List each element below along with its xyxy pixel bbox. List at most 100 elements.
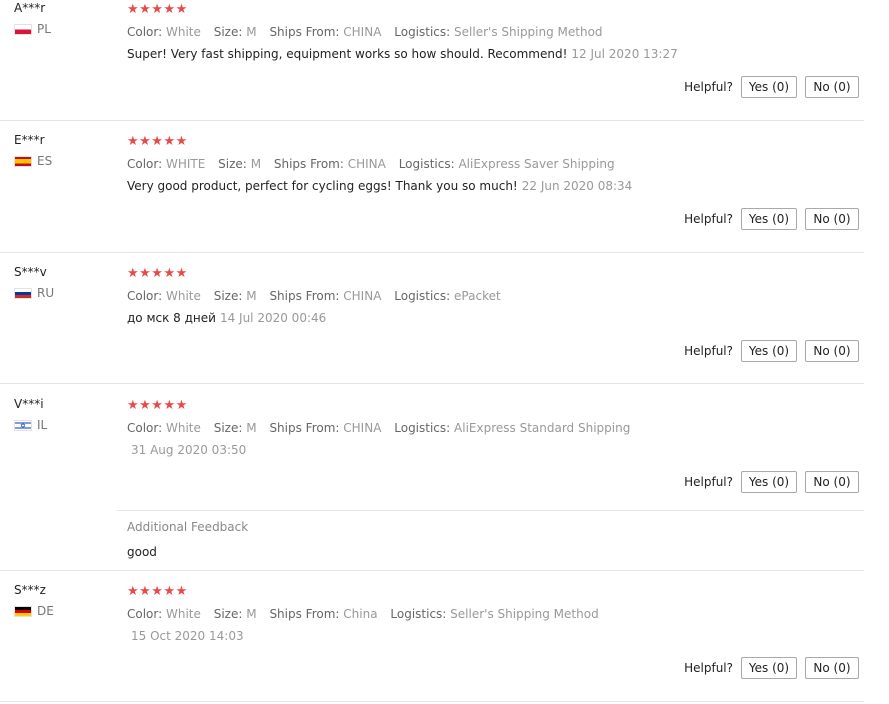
helpful-yes-button[interactable]: Yes (0): [741, 208, 797, 230]
review-text-row: 31 Aug 2020 03:50: [127, 442, 246, 458]
reviewer-country: DE: [14, 604, 54, 618]
helpful-yes-button[interactable]: Yes (0): [741, 76, 797, 98]
reviewer-name: A***r: [14, 1, 46, 15]
additional-feedback-title: Additional Feedback: [127, 520, 249, 534]
logistics-value: AliExpress Saver Shipping: [458, 157, 615, 171]
reviewer-country: RU: [14, 286, 54, 300]
size-value: M: [246, 421, 257, 435]
il-flag-icon: ✡: [14, 419, 32, 431]
size-value: M: [246, 25, 257, 39]
color-label: Color:: [127, 289, 163, 303]
size-label: Size:: [213, 289, 243, 303]
ships-from-label: Ships From:: [273, 157, 344, 171]
order-attributes: Color: White Size: M Ships From: CHINA L…: [127, 24, 612, 40]
color-label: Color:: [127, 421, 163, 435]
order-attributes: Color: White Size: M Ships From: China L…: [127, 606, 608, 622]
size-value: M: [250, 157, 262, 171]
review-date: 22 Jun 2020 08:34: [521, 179, 633, 193]
helpful-no-button[interactable]: No (0): [805, 340, 859, 362]
size-label: Size:: [213, 25, 243, 39]
size-label: Size:: [213, 421, 243, 435]
logistics-value: Seller's Shipping Method: [454, 25, 603, 39]
de-flag-icon: [14, 605, 32, 617]
order-attributes: Color: WHITE Size: M Ships From: CHINA L…: [127, 156, 624, 172]
review-date: 12 Jul 2020 13:27: [571, 47, 678, 61]
additional-feedback-text: good: [127, 545, 157, 559]
country-code: RU: [37, 286, 55, 300]
ships-from-value: China: [343, 607, 378, 621]
reviewer-name: S***z: [14, 583, 46, 597]
country-code: DE: [37, 604, 54, 618]
divider: [0, 120, 864, 121]
color-value: White: [166, 607, 201, 621]
color-label: Color:: [127, 607, 163, 621]
reviewer-name: E***r: [14, 133, 45, 147]
logistics-value: ePacket: [454, 289, 501, 303]
divider: [0, 570, 864, 571]
ships-from-value: CHINA: [347, 157, 386, 171]
country-code: PL: [37, 22, 51, 36]
es-flag-icon: [14, 155, 32, 167]
review-text-row: до мск 8 дней 14 Jul 2020 00:46: [127, 310, 326, 326]
country-code: ES: [37, 154, 53, 168]
ships-from-value: CHINA: [343, 25, 382, 39]
logistics-label: Logistics:: [394, 25, 451, 39]
color-value: White: [166, 421, 201, 435]
helpful-vote: Helpful? Yes (0) No (0): [684, 471, 859, 493]
reviewer-info: S***v RU: [14, 264, 54, 300]
color-value: White: [166, 25, 201, 39]
helpful-yes-button[interactable]: Yes (0): [741, 340, 797, 362]
helpful-vote: Helpful? Yes (0) No (0): [684, 76, 859, 98]
review-text: Very good product, perfect for cycling e…: [127, 179, 518, 193]
helpful-no-button[interactable]: No (0): [805, 208, 859, 230]
logistics-label: Logistics:: [394, 289, 451, 303]
size-value: M: [246, 607, 257, 621]
star-rating: ★★★★★: [127, 266, 188, 281]
ships-from-value: CHINA: [343, 289, 382, 303]
review-text-row: 15 Oct 2020 14:03: [127, 628, 244, 644]
review-date: 14 Jul 2020 00:46: [219, 311, 327, 325]
order-attributes: Color: White Size: M Ships From: CHINA L…: [127, 288, 510, 304]
reviewer-info: A***r PL: [14, 0, 51, 36]
review-text: Super! Very fast shipping, equipment wor…: [127, 47, 568, 61]
helpful-vote: Helpful? Yes (0) No (0): [684, 340, 859, 362]
color-label: Color:: [127, 157, 163, 171]
helpful-no-button[interactable]: No (0): [805, 657, 859, 679]
divider: [117, 510, 864, 511]
logistics-label: Logistics:: [390, 607, 447, 621]
pl-flag-icon: [14, 23, 32, 35]
logistics-value: AliExpress Standard Shipping: [454, 421, 631, 435]
divider: [0, 383, 864, 384]
helpful-no-button[interactable]: No (0): [805, 471, 859, 493]
helpful-yes-button[interactable]: Yes (0): [741, 471, 797, 493]
review-text-row: Very good product, perfect for cycling e…: [127, 178, 632, 194]
star-rating: ★★★★★: [127, 398, 188, 413]
helpful-label: Helpful?: [684, 80, 733, 94]
helpful-label: Helpful?: [684, 212, 733, 226]
helpful-yes-button[interactable]: Yes (0): [741, 657, 797, 679]
ships-from-value: CHINA: [343, 421, 382, 435]
size-label: Size:: [213, 607, 243, 621]
star-rating: ★★★★★: [127, 134, 188, 149]
divider: [0, 252, 864, 253]
country-code: IL: [37, 418, 48, 432]
star-rating: ★★★★★: [127, 584, 188, 599]
divider: [0, 701, 864, 702]
helpful-label: Helpful?: [684, 661, 733, 675]
reviewer-country: ES: [14, 154, 52, 168]
helpful-label: Helpful?: [684, 475, 733, 489]
review-text-row: Super! Very fast shipping, equipment wor…: [127, 46, 678, 62]
reviewer-info: E***r ES: [14, 132, 52, 168]
helpful-vote: Helpful? Yes (0) No (0): [684, 657, 859, 679]
order-attributes: Color: White Size: M Ships From: CHINA L…: [127, 420, 639, 436]
reviewer-info: V***i ✡ IL: [14, 396, 47, 432]
logistics-label: Logistics:: [394, 421, 451, 435]
color-value: WHITE: [166, 157, 206, 171]
ru-flag-icon: [14, 287, 32, 299]
size-label: Size:: [218, 157, 247, 171]
helpful-no-button[interactable]: No (0): [805, 76, 859, 98]
reviewer-info: S***z DE: [14, 582, 54, 618]
ships-from-label: Ships From:: [269, 421, 340, 435]
helpful-vote: Helpful? Yes (0) No (0): [684, 208, 859, 230]
color-value: White: [166, 289, 201, 303]
